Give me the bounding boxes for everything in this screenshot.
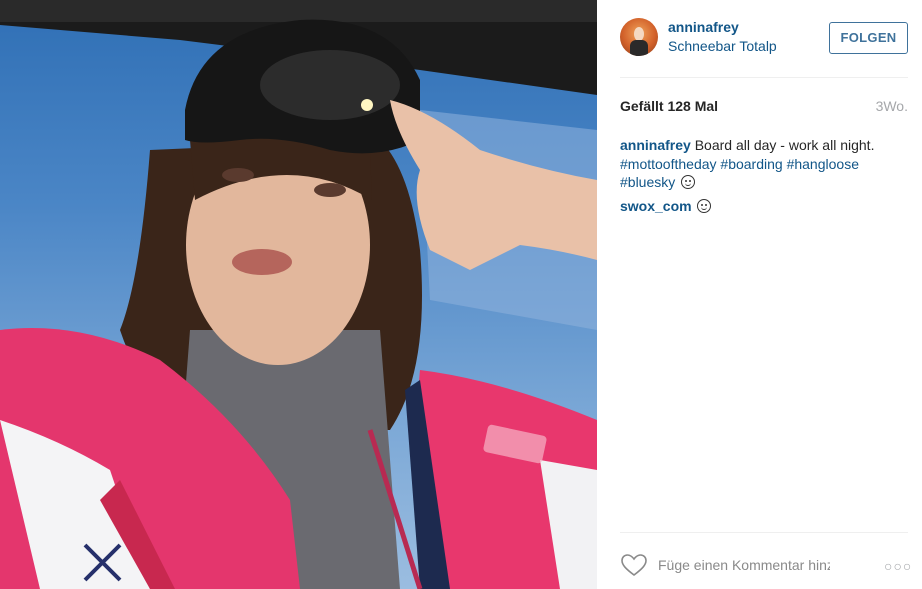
avatar[interactable]	[620, 18, 658, 56]
location-link[interactable]: Schneebar Totalp	[668, 38, 777, 54]
caption-text: Board all day - work all night.	[694, 137, 875, 153]
hashtag-link[interactable]: #boarding	[720, 156, 782, 172]
comment-author-link[interactable]: swox_com	[620, 198, 692, 214]
comment-input[interactable]	[658, 554, 830, 576]
username-link[interactable]: anninafrey	[668, 19, 739, 35]
hashtag-link[interactable]: #hangloose	[787, 156, 859, 172]
hashtag-link[interactable]: #bluesky	[620, 174, 675, 190]
selfie-illustration	[0, 0, 597, 589]
smile-emoji-icon	[697, 199, 712, 213]
more-options-icon[interactable]: ○○○	[884, 558, 911, 574]
smile-emoji-icon	[681, 175, 696, 189]
post-header: anninafrey Schneebar Totalp FOLGEN	[597, 0, 922, 77]
post-photo[interactable]	[0, 0, 597, 589]
follow-button[interactable]: FOLGEN	[829, 22, 908, 54]
likes-count[interactable]: Gefällt 128 Mal	[620, 98, 718, 114]
avatar-face	[634, 27, 644, 41]
heart-icon[interactable]	[620, 553, 648, 577]
comment-item: swox_com	[620, 198, 712, 214]
footer-divider	[620, 532, 908, 533]
hashtag-link[interactable]: #mottooftheday	[620, 156, 717, 172]
caption-author-link[interactable]: anninafrey	[620, 137, 691, 153]
post-caption: anninafrey Board all day - work all nigh…	[620, 136, 910, 192]
avatar-body	[630, 40, 648, 56]
post-time[interactable]: 3Wo.	[876, 98, 908, 114]
header-divider	[620, 77, 908, 78]
post-details-panel: anninafrey Schneebar Totalp FOLGEN Gefäl…	[597, 0, 922, 589]
